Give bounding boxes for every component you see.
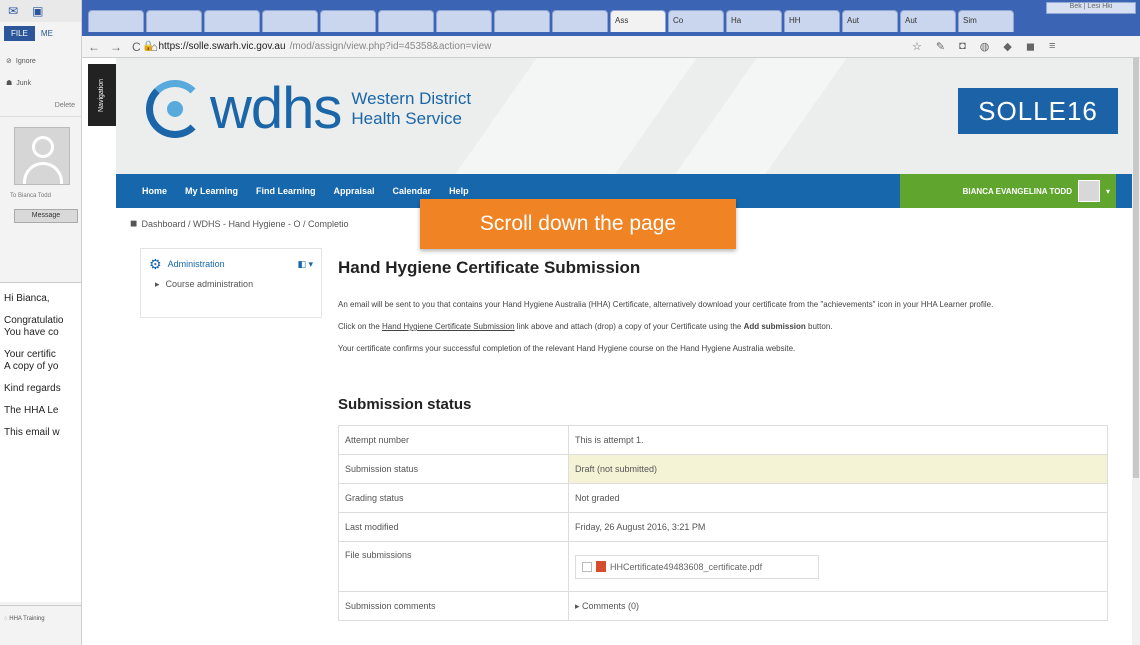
navigation-block[interactable]: Navigation bbox=[88, 64, 116, 126]
to-line: To Bianca Todd bbox=[10, 193, 51, 199]
browser-tab[interactable]: Aut bbox=[842, 10, 898, 32]
sender-avatar bbox=[14, 127, 70, 185]
forward-icon[interactable]: → bbox=[110, 40, 122, 54]
confirmation-paragraph: Your certificate confirms your successfu… bbox=[338, 344, 796, 353]
browser-tab[interactable] bbox=[378, 10, 434, 32]
menu-icon[interactable]: ≡ bbox=[1049, 40, 1055, 53]
browser-tab[interactable] bbox=[552, 10, 608, 32]
block-controls-icon[interactable]: ◧ ▾ bbox=[297, 259, 313, 270]
scrollbar-thumb[interactable] bbox=[1133, 58, 1139, 478]
message-button[interactable]: Message bbox=[14, 209, 78, 223]
address-bar[interactable]: 🔒 https://solle.swarh.vic.gov.au/mod/ass… bbox=[142, 41, 892, 52]
menu-help[interactable]: Help bbox=[449, 186, 469, 196]
chevron-right-icon: ▸ bbox=[155, 279, 160, 289]
browser-tab[interactable] bbox=[146, 10, 202, 32]
browser-tab[interactable]: Sim bbox=[958, 10, 1014, 32]
mail-icon[interactable]: ✉ bbox=[8, 4, 18, 18]
table-row: Attempt number This is attempt 1. bbox=[338, 425, 1108, 455]
site-badge: SOLLE16 bbox=[958, 88, 1118, 134]
dashboard-home-icon: ◼ bbox=[130, 218, 138, 228]
star-icon[interactable]: ☆ bbox=[912, 40, 922, 53]
browser-tab[interactable]: Aut bbox=[900, 10, 956, 32]
extension-icon[interactable]: ◆ bbox=[1003, 40, 1011, 53]
window-controls[interactable]: Bek | Lesi Hki bbox=[1046, 2, 1136, 14]
breadcrumb-links[interactable]: Dashboard / WDHS - Hand Hygiene - O / Co… bbox=[141, 219, 348, 229]
browser-tab[interactable]: Co bbox=[668, 10, 724, 32]
scroll-instruction-banner: Scroll down the page bbox=[420, 199, 736, 249]
quick-access-bar: ✉ ▣ bbox=[0, 0, 81, 22]
breadcrumb: ◼ Dashboard / WDHS - Hand Hygiene - O / … bbox=[130, 218, 349, 229]
moodle-page: wdhs Western District Health Service SOL… bbox=[116, 58, 1132, 645]
hha-icon: ◌ bbox=[4, 616, 8, 622]
browser-tab[interactable]: HH bbox=[784, 10, 840, 32]
user-menu[interactable]: BIANCA EVANGELINA TODD ▾ bbox=[900, 174, 1116, 208]
site-header: wdhs Western District Health Service SOL… bbox=[116, 58, 1132, 174]
file-tab[interactable]: FILE bbox=[4, 25, 35, 41]
message-tab[interactable]: ME bbox=[41, 29, 53, 38]
page-scrollbar[interactable] bbox=[1132, 58, 1140, 645]
ignore-button[interactable]: ⊘ Ignore bbox=[6, 50, 81, 72]
browser-tab-bar: Ass Co Ha HH Aut Aut Sim Bek | Lesi Hki bbox=[82, 0, 1140, 36]
administration-block: ⚙ Administration ◧ ▾ ▸ Course administra… bbox=[140, 248, 322, 318]
file-item[interactable]: HHCertificate49483608_certificate.pdf bbox=[575, 554, 819, 579]
extension-icon[interactable]: ◍ bbox=[980, 40, 990, 53]
table-row: Submission comments ▸ Comments (0) bbox=[338, 591, 1108, 621]
pen-icon[interactable]: ✎ bbox=[936, 40, 945, 53]
comments-link[interactable]: Comments (0) bbox=[582, 601, 639, 611]
menu-calendar[interactable]: Calendar bbox=[393, 186, 432, 196]
back-icon[interactable]: ← bbox=[88, 40, 100, 54]
table-row: File submissions HHCertificate49483608_c… bbox=[338, 541, 1108, 592]
ignore-icon: ⊘ bbox=[6, 58, 12, 65]
browser-tab[interactable]: Ass bbox=[610, 10, 666, 32]
email-body: Hi Bianca, Congratulatio You have co You… bbox=[0, 282, 81, 602]
browser-tab[interactable] bbox=[204, 10, 260, 32]
pdf-icon bbox=[596, 561, 606, 572]
user-name: BIANCA EVANGELINA TODD bbox=[962, 186, 1072, 196]
junk-button[interactable]: ☗ Junk bbox=[6, 72, 81, 94]
outlook-footer[interactable]: ◌ HHA Training bbox=[0, 605, 81, 645]
submission-link[interactable]: Hand Hygiene Certificate Submission bbox=[382, 322, 515, 331]
instruction-paragraph: Click on the Hand Hygiene Certificate Su… bbox=[338, 322, 833, 331]
table-row: Grading status Not graded bbox=[338, 483, 1108, 513]
browser-tab[interactable] bbox=[262, 10, 318, 32]
menu-find-learning[interactable]: Find Learning bbox=[256, 186, 316, 196]
table-row: Submission status Draft (not submitted) bbox=[338, 454, 1108, 484]
submission-status-heading: Submission status bbox=[338, 396, 472, 413]
submission-status-table: Attempt number This is attempt 1. Submiss… bbox=[338, 425, 1108, 621]
extension-icon[interactable]: ◘ bbox=[959, 40, 966, 53]
browser-toolbar: ← → C ⌂ 🔒 https://solle.swarh.vic.gov.au… bbox=[82, 36, 1140, 58]
main-content: Hand Hygiene Certificate Submission An e… bbox=[338, 258, 1108, 621]
browser-tab[interactable]: Ha bbox=[726, 10, 782, 32]
lock-icon: 🔒 bbox=[142, 41, 155, 52]
user-avatar bbox=[1077, 180, 1100, 202]
file-name: HHCertificate49483608_certificate.pdf bbox=[610, 561, 763, 572]
junk-icon: ☗ bbox=[6, 80, 13, 87]
chevron-right-icon: ▸ bbox=[575, 600, 583, 611]
intro-paragraph: An email will be sent to you that contai… bbox=[338, 300, 994, 309]
save-icon[interactable]: ▣ bbox=[32, 4, 43, 18]
file-checkbox[interactable] bbox=[582, 561, 592, 572]
chevron-down-icon: ▾ bbox=[1105, 186, 1110, 196]
menu-my-learning[interactable]: My Learning bbox=[185, 186, 238, 196]
menu-home[interactable]: Home bbox=[142, 186, 167, 196]
page-title: Hand Hygiene Certificate Submission bbox=[338, 258, 641, 277]
outlook-panel: ✉ ▣ FILE ME ⊘ Ignore ☗ Junk Delete To Bian… bbox=[0, 0, 82, 645]
extension-icon[interactable]: ◼ bbox=[1026, 40, 1035, 53]
administration-title: Administration bbox=[167, 259, 225, 269]
table-row: Last modified Friday, 26 August 2016, 3:2… bbox=[338, 512, 1108, 542]
browser-tab[interactable] bbox=[436, 10, 492, 32]
browser-tab[interactable] bbox=[494, 10, 550, 32]
wdhs-logo[interactable]: wdhs Western District Health Service bbox=[146, 80, 471, 138]
logo-swirl-icon bbox=[146, 80, 204, 138]
gear-icon: ⚙ bbox=[149, 255, 162, 272]
menu-appraisal[interactable]: Appraisal bbox=[334, 186, 375, 196]
browser-tab[interactable] bbox=[88, 10, 144, 32]
course-administration-item[interactable]: ▸ Course administration bbox=[141, 279, 321, 290]
delete-button[interactable]: Delete bbox=[6, 94, 81, 116]
browser-tab[interactable] bbox=[320, 10, 376, 32]
reload-icon[interactable]: C bbox=[132, 40, 141, 54]
